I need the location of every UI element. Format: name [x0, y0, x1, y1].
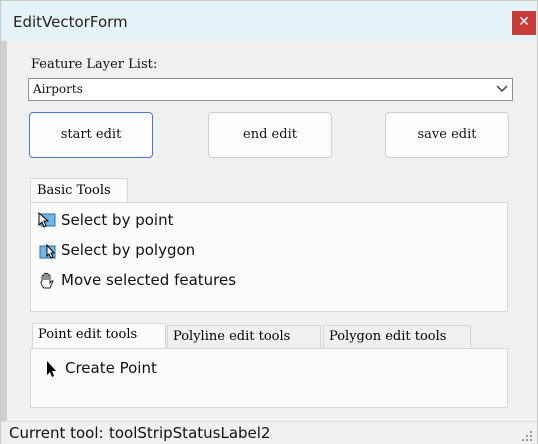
end-edit-button[interactable]: end edit — [208, 112, 332, 158]
close-button[interactable]: ✕ — [512, 11, 536, 35]
save-edit-button[interactable]: save edit — [385, 112, 509, 158]
tab-point-edit-tools[interactable]: Point edit tools — [32, 323, 166, 349]
tab-polyline-edit-tools[interactable]: Polyline edit tools — [167, 325, 321, 349]
tool-label: Move selected features — [61, 271, 237, 289]
tool-label: Select by polygon — [61, 241, 196, 259]
feature-layer-label: Feature Layer List: — [31, 57, 158, 72]
feature-layer-dropdown[interactable]: Airports — [28, 78, 513, 101]
edit-vector-form-window: EditVectorForm ✕ Feature Layer List: Air… — [0, 0, 538, 444]
point-edit-tools-panel: Create Point — [30, 348, 508, 408]
basic-tools-panel: Select by point Select by polygon Move s… — [30, 202, 508, 312]
tool-label: Select by point — [61, 211, 174, 229]
resize-grip-icon[interactable] — [519, 428, 533, 442]
status-value: toolStripStatusLabel2 — [109, 424, 271, 442]
status-bar: Current tool: toolStripStatusLabel2 — [1, 421, 537, 444]
status-label: Current tool: — [9, 424, 104, 442]
window-title: EditVectorForm — [13, 13, 128, 31]
tool-label: Create Point — [65, 359, 157, 377]
tab-basic-tools[interactable]: Basic Tools — [30, 178, 128, 203]
start-edit-button[interactable]: start edit — [29, 112, 153, 158]
select-by-polygon-icon — [39, 243, 56, 259]
window-left-edge — [1, 41, 7, 421]
feature-layer-selected: Airports — [33, 82, 83, 96]
arrow-cursor-icon — [47, 361, 56, 377]
hand-icon — [40, 272, 54, 289]
chevron-down-icon — [496, 85, 508, 93]
title-bar[interactable]: EditVectorForm ✕ — [1, 1, 537, 41]
tab-polygon-edit-tools[interactable]: Polygon edit tools — [323, 325, 471, 349]
select-by-point-icon — [38, 211, 56, 228]
